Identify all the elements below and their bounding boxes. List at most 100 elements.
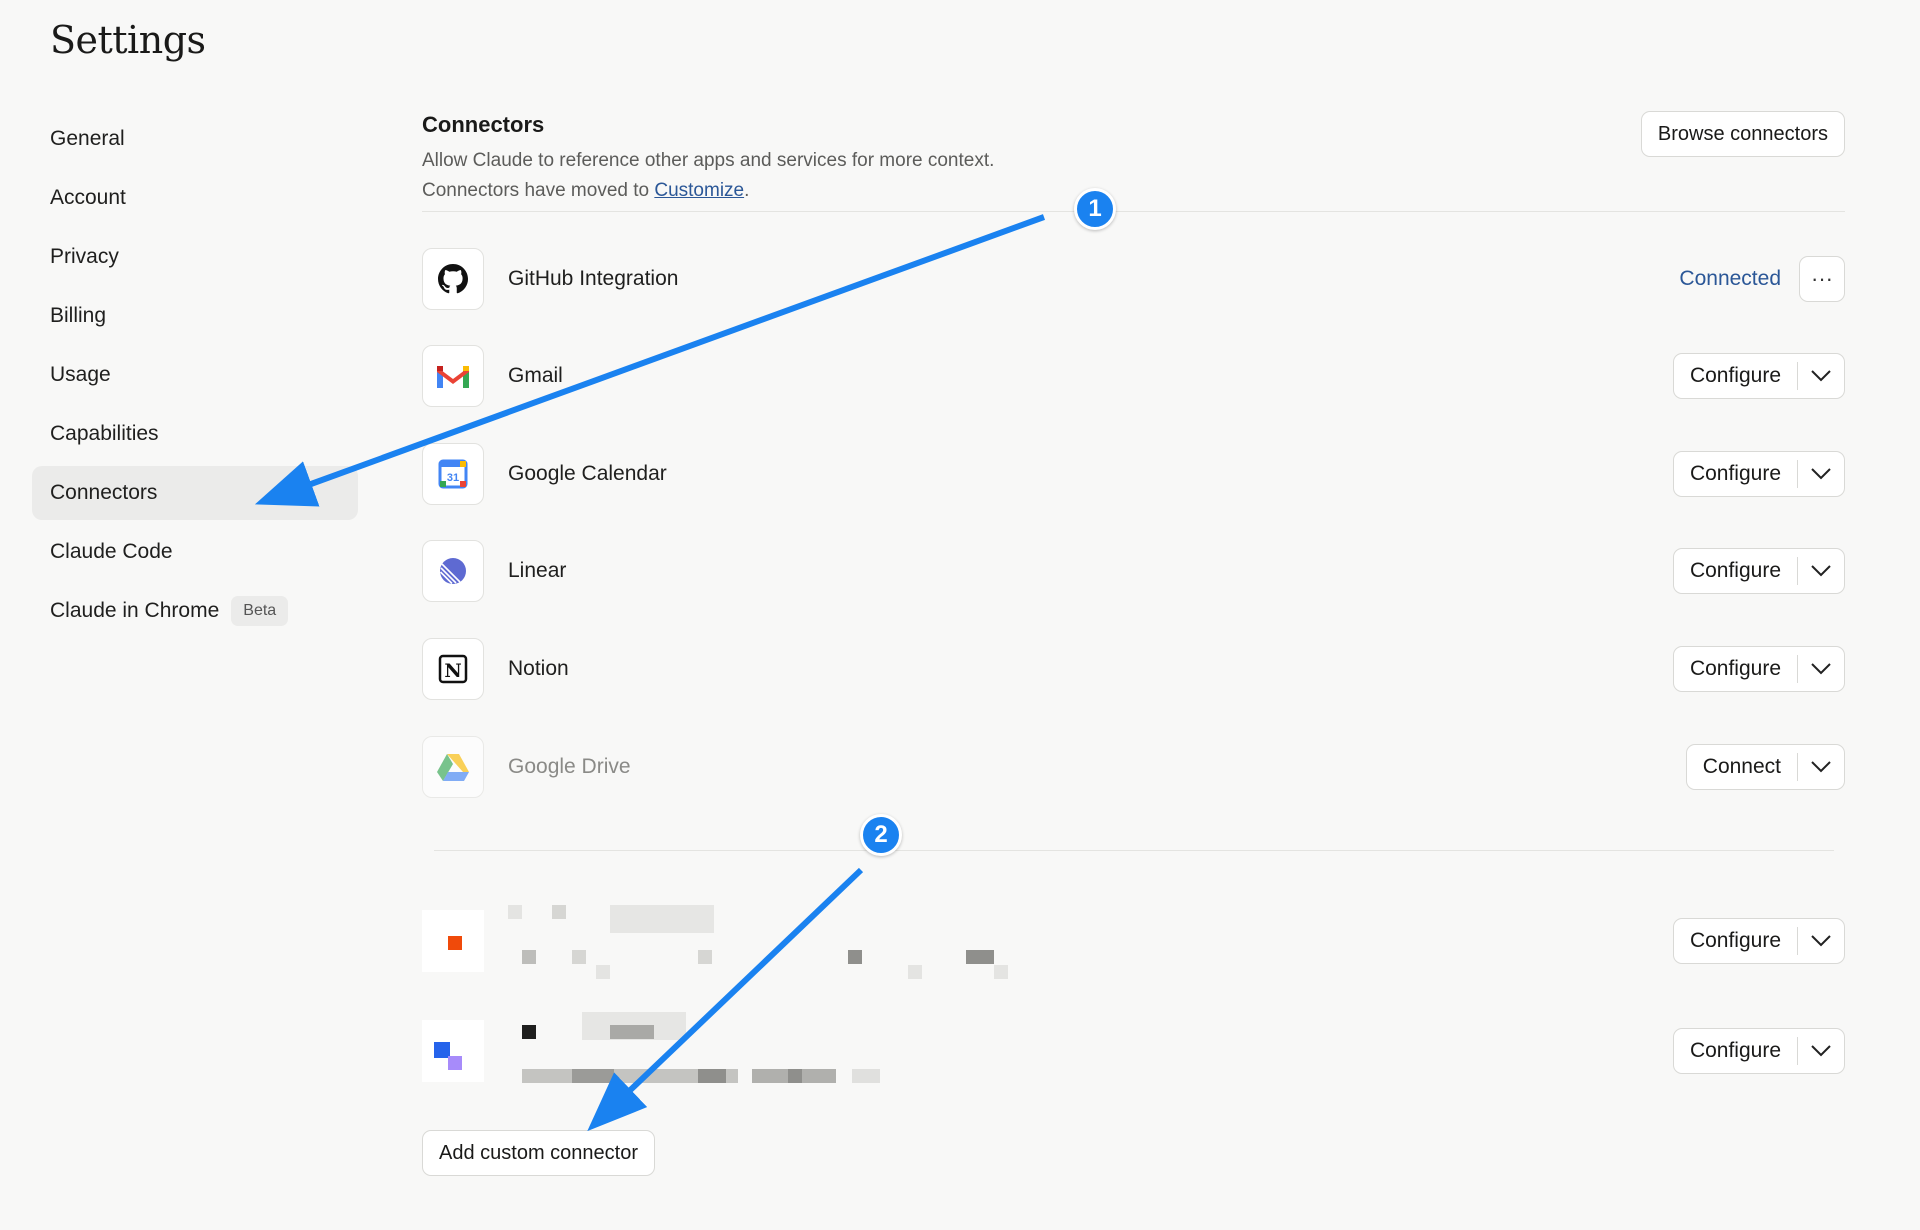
- configure-button[interactable]: Configure: [1674, 549, 1797, 593]
- sidebar-item-connectors[interactable]: Connectors: [32, 466, 358, 520]
- sidebar-item-label: General: [50, 127, 125, 150]
- chevron-down-icon[interactable]: [1798, 549, 1844, 593]
- redacted-text: [848, 950, 862, 964]
- redacted-text: [852, 1069, 880, 1083]
- redacted-text: [522, 950, 536, 964]
- redacted-text: [572, 1069, 614, 1083]
- connector-name: Linear: [508, 559, 567, 582]
- chevron-down-icon[interactable]: [1798, 647, 1844, 691]
- configure-split-button: Configure: [1672, 1028, 1845, 1074]
- configure-button[interactable]: Configure: [1674, 354, 1797, 398]
- sidebar-item-label: Usage: [50, 363, 111, 386]
- customize-link[interactable]: Customize: [654, 180, 744, 201]
- redacted-text: [698, 950, 712, 964]
- divider: [434, 850, 1834, 851]
- sidebar-item-usage[interactable]: Usage: [32, 348, 358, 402]
- chevron-down-icon[interactable]: [1798, 919, 1844, 963]
- connector-controls: Configure: [1672, 1028, 1845, 1074]
- custom-connector-logo: [422, 1020, 484, 1082]
- connected-status: Connected: [1679, 267, 1781, 290]
- sidebar-item-claude-in-chrome[interactable]: Claude in Chrome Beta: [32, 584, 358, 638]
- custom-connector-logo: [422, 910, 484, 972]
- connector-controls: Connect: [1685, 744, 1845, 790]
- connector-controls: Configure: [1672, 646, 1845, 692]
- redacted-text: [610, 905, 714, 933]
- beta-badge: Beta: [231, 596, 289, 626]
- add-custom-connector-button[interactable]: Add custom connector: [422, 1130, 655, 1176]
- chevron-down-icon[interactable]: [1798, 745, 1844, 789]
- moved-prefix: Connectors have moved to: [422, 180, 655, 201]
- connector-row-gmail: Gmail Configure: [422, 345, 1845, 407]
- configure-split-button: Configure: [1672, 451, 1845, 497]
- connectors-panel: Connectors Allow Claude to reference oth…: [422, 0, 1845, 1230]
- connector-name: Notion: [508, 657, 569, 680]
- redacted-text: [596, 965, 610, 979]
- notion-icon: N: [422, 638, 484, 700]
- redacted-text: [994, 965, 1008, 979]
- chevron-down-icon[interactable]: [1798, 354, 1844, 398]
- sidebar-item-account[interactable]: Account: [32, 171, 358, 225]
- page-title: Settings: [50, 18, 206, 62]
- divider: [422, 211, 1845, 212]
- configure-split-button: Configure: [1672, 353, 1845, 399]
- connector-name: Gmail: [508, 364, 563, 387]
- configure-split-button: Configure: [1672, 918, 1845, 964]
- connector-row-linear: Linear Configure: [422, 540, 1845, 602]
- redacted-text: [610, 1025, 654, 1039]
- redacted-text: [908, 965, 922, 979]
- connector-row-google-calendar: 31 Google Calendar Configure: [422, 443, 1845, 505]
- sidebar-item-label: Connectors: [50, 481, 158, 504]
- connector-row-github: GitHub Integration Connected ···: [422, 248, 1845, 310]
- notion-letter: N: [444, 660, 461, 682]
- configure-button[interactable]: Configure: [1674, 452, 1797, 496]
- settings-sidebar: General Account Privacy Billing Usage Ca…: [32, 112, 358, 643]
- google-drive-icon: [422, 736, 484, 798]
- sidebar-item-label: Privacy: [50, 245, 119, 268]
- configure-split-button: Configure: [1672, 646, 1845, 692]
- calendar-day-text: 31: [447, 472, 459, 484]
- connector-controls: Configure: [1672, 918, 1845, 964]
- linear-icon: [422, 540, 484, 602]
- sidebar-item-capabilities[interactable]: Capabilities: [32, 407, 358, 461]
- connect-split-button: Connect: [1685, 744, 1845, 790]
- configure-button[interactable]: Configure: [1674, 1029, 1797, 1073]
- redacted-text: [552, 905, 566, 919]
- connector-name: Google Drive: [508, 755, 631, 778]
- redacted-text: [966, 950, 994, 964]
- connector-name: Google Calendar: [508, 462, 667, 485]
- sidebar-item-billing[interactable]: Billing: [32, 289, 358, 343]
- connector-controls: Configure: [1672, 451, 1845, 497]
- sidebar-item-label: Claude in Chrome: [50, 599, 220, 622]
- more-options-button[interactable]: ···: [1799, 256, 1845, 302]
- sidebar-item-label: Capabilities: [50, 422, 159, 445]
- redacted-text: [572, 950, 586, 964]
- redacted-text: [508, 905, 522, 919]
- connector-name: GitHub Integration: [508, 267, 679, 290]
- sidebar-item-privacy[interactable]: Privacy: [32, 230, 358, 284]
- sidebar-item-claude-code[interactable]: Claude Code: [32, 525, 358, 579]
- configure-button[interactable]: Configure: [1674, 919, 1797, 963]
- connect-button[interactable]: Connect: [1687, 745, 1797, 789]
- section-description: Allow Claude to reference other apps and…: [422, 146, 994, 206]
- moved-suffix: .: [744, 180, 750, 201]
- connector-row-notion: N Notion Configure: [422, 638, 1845, 700]
- configure-button[interactable]: Configure: [1674, 647, 1797, 691]
- browse-connectors-button[interactable]: Browse connectors: [1640, 111, 1845, 157]
- redacted-text: [698, 1069, 726, 1083]
- configure-split-button: Configure: [1672, 548, 1845, 594]
- chevron-down-icon[interactable]: [1798, 1029, 1844, 1073]
- github-icon: [422, 248, 484, 310]
- sidebar-item-label: Account: [50, 186, 126, 209]
- sidebar-item-general[interactable]: General: [32, 112, 358, 166]
- connector-controls: Configure: [1672, 548, 1845, 594]
- step-2-badge: 2: [860, 814, 902, 856]
- sidebar-item-label: Claude Code: [50, 540, 173, 563]
- chevron-down-icon[interactable]: [1798, 452, 1844, 496]
- description-line: Allow Claude to reference other apps and…: [422, 150, 995, 171]
- moved-notice: Connectors have moved to Customize.: [422, 176, 994, 206]
- step-1-badge: 1: [1074, 188, 1116, 230]
- google-calendar-icon: 31: [422, 443, 484, 505]
- redacted-text: [522, 1025, 536, 1039]
- section-title: Connectors: [422, 112, 545, 137]
- gmail-icon: [422, 345, 484, 407]
